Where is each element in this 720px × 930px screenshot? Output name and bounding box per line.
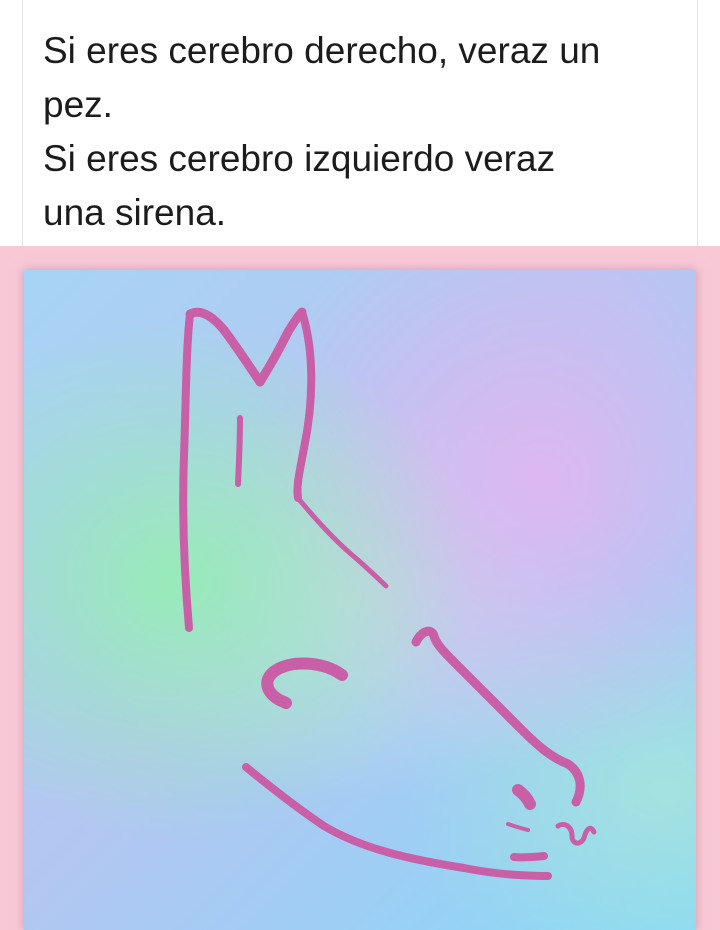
neck-stroke: [295, 495, 389, 589]
right-ear-stroke: [293, 308, 316, 502]
ears-notch-stroke: [255, 307, 307, 387]
post-caption: Si eres cerebro derecho, veraz un pez. S…: [43, 30, 601, 233]
eye-stroke: [261, 657, 348, 709]
chin-squiggle-stroke: [555, 821, 597, 846]
lip-stroke: [510, 852, 548, 862]
muzzle-stroke: [563, 759, 585, 807]
left-ear-stroke: [179, 310, 194, 632]
line-drawing: [179, 307, 597, 880]
post-image[interactable]: [24, 270, 696, 930]
mouth-dash-stroke: [506, 822, 530, 832]
post-caption-card: Si eres cerebro derecho, veraz un pez. S…: [22, 0, 698, 246]
nostril-stroke: [512, 784, 536, 810]
inner-ear-stroke: [235, 415, 243, 487]
post-screenshot: Si eres cerebro derecho, veraz un pez. S…: [0, 0, 720, 930]
nose-ridge-stroke: [411, 626, 573, 769]
jaw-stroke: [242, 763, 552, 880]
ear-tip-stroke: [185, 307, 265, 387]
